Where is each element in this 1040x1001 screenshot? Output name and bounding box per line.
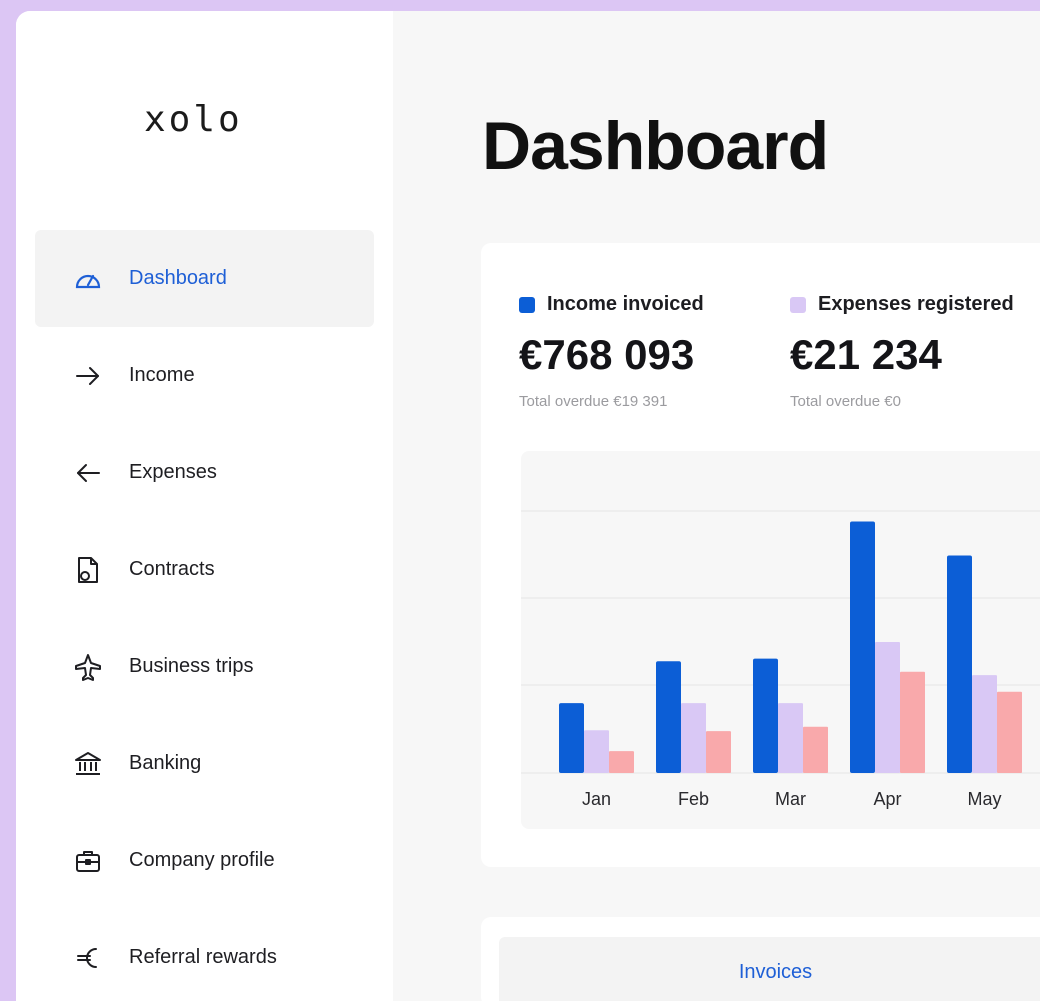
chart-bar[interactable] — [778, 703, 803, 773]
expenses-amount: €21 234 — [790, 331, 942, 378]
chart-bar[interactable] — [753, 658, 778, 773]
x-tick-label: Apr — [873, 789, 901, 809]
legend-expenses: Expenses registered — [790, 293, 1014, 316]
tab-invoices[interactable]: Invoices — [499, 937, 1040, 1001]
chart-bar[interactable] — [656, 661, 681, 773]
sidebar-item-business-trips[interactable]: Business trips — [35, 618, 374, 715]
x-tick-label: Jan — [582, 789, 611, 809]
sidebar-item-company-profile[interactable]: Company profile — [35, 812, 374, 909]
briefcase-icon — [73, 846, 103, 876]
sidebar-item-dashboard[interactable]: Dashboard — [35, 230, 374, 327]
sidebar-item-label: Contracts — [129, 558, 215, 580]
airplane-icon — [73, 652, 103, 682]
sidebar-item-label: Dashboard — [129, 267, 227, 289]
income-amount: €768 093 — [519, 331, 695, 378]
chart-bar[interactable] — [681, 703, 706, 773]
sidebar-item-label: Expenses — [129, 461, 217, 483]
chart-bar[interactable] — [584, 730, 609, 773]
dashboard-gauge-icon — [73, 264, 103, 294]
sidebar-item-income[interactable]: Income — [35, 327, 374, 424]
sidebar-item-banking[interactable]: Banking — [35, 715, 374, 812]
sidebar-item-label: Business trips — [129, 655, 254, 677]
legend-income: Income invoiced — [519, 293, 704, 316]
chart-bar[interactable] — [947, 555, 972, 773]
sidebar-item-label: Income — [129, 364, 195, 386]
sidebar-item-referral-rewards[interactable]: Referral rewards — [35, 909, 374, 1001]
summary-card: Income invoiced Expenses registered €768… — [481, 243, 1040, 867]
expenses-swatch — [790, 296, 806, 313]
bank-icon — [73, 749, 103, 779]
chart-container: Jan Feb Mar Apr May — [521, 451, 1040, 829]
arrow-left-icon — [73, 458, 103, 488]
sidebar-item-label: Company profile — [129, 849, 275, 871]
sidebar: xolo Dashboard Income Expenses Contracts… — [16, 11, 393, 1001]
expenses-overdue: Total overdue €0 — [790, 393, 901, 410]
contract-document-icon — [73, 555, 103, 585]
chart-bar[interactable] — [997, 691, 1022, 773]
sidebar-item-contracts[interactable]: Contracts — [35, 521, 374, 618]
tabs-card: Invoices — [481, 917, 1040, 1001]
sidebar-item-label: Banking — [129, 752, 202, 774]
xolo-logo[interactable]: xolo — [144, 99, 243, 140]
chart-bar[interactable] — [900, 671, 925, 773]
income-swatch — [519, 296, 535, 313]
sidebar-item-expenses[interactable]: Expenses — [35, 424, 374, 521]
x-tick-label: Mar — [775, 789, 806, 809]
legend-expenses-label: Expenses registered — [818, 293, 1014, 315]
x-tick-label: Feb — [678, 789, 709, 809]
chart-bar[interactable] — [706, 731, 731, 773]
legend-income-label: Income invoiced — [547, 293, 704, 315]
chart-bar[interactable] — [972, 675, 997, 773]
income-overdue: Total overdue €19 391 — [519, 393, 668, 410]
x-tick-label: May — [967, 789, 1001, 809]
sidebar-item-label: Referral rewards — [129, 946, 277, 968]
chart-bar[interactable] — [559, 703, 584, 773]
chart-bar[interactable] — [850, 521, 875, 773]
bar-chart: Jan Feb Mar Apr May — [521, 510, 1040, 809]
chart-bar[interactable] — [875, 642, 900, 773]
app-window: xolo Dashboard Income Expenses Contracts… — [16, 11, 1040, 1001]
tab-bar: Invoices — [499, 937, 1040, 1001]
page-title: Dashboard — [482, 108, 829, 184]
euro-icon — [73, 943, 103, 973]
chart-bar[interactable] — [803, 726, 828, 773]
sidebar-nav: Dashboard Income Expenses Contracts Busi… — [35, 230, 374, 1001]
chart-bar[interactable] — [609, 751, 634, 773]
arrow-right-icon — [73, 361, 103, 391]
